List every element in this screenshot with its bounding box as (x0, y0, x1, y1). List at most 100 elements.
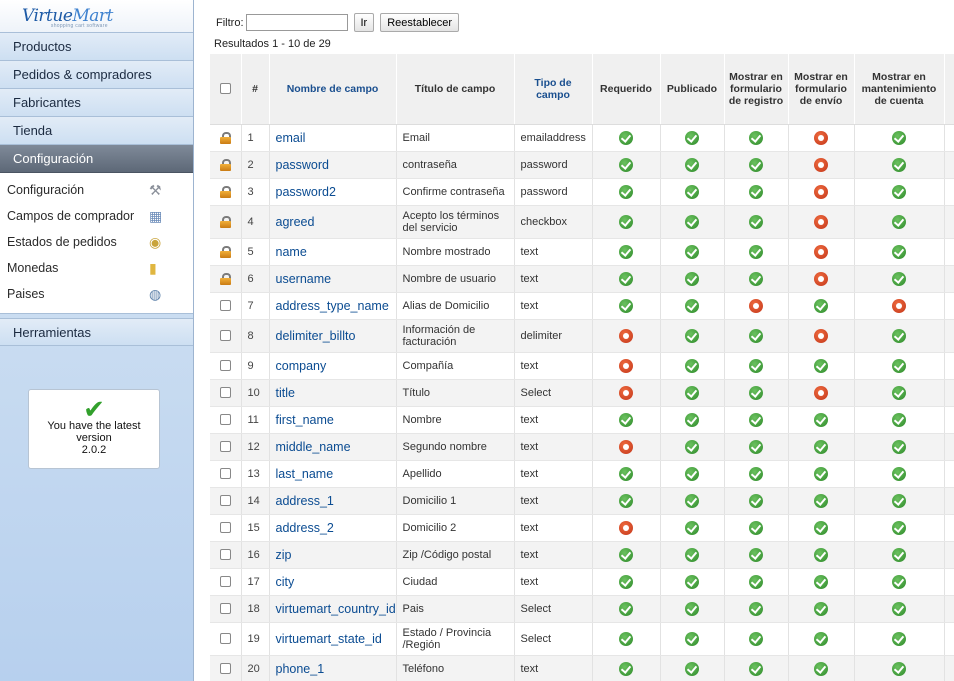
toggle-acc-cell[interactable] (854, 514, 945, 542)
check-icon[interactable] (619, 574, 633, 589)
toggle-acc-cell[interactable] (854, 568, 945, 596)
header-type[interactable]: Tipo de campo (514, 54, 593, 125)
toggle-req-cell[interactable] (592, 292, 661, 320)
row-checkbox[interactable] (219, 576, 231, 588)
toggle-pub-cell[interactable] (660, 379, 725, 407)
check-icon[interactable] (892, 631, 906, 646)
toggle-reg-cell[interactable] (724, 622, 789, 656)
toggle-req-cell[interactable] (592, 406, 661, 434)
row-select-cell[interactable] (210, 595, 242, 623)
field-name-link[interactable]: name (269, 238, 397, 266)
check-icon[interactable] (892, 385, 906, 400)
check-icon[interactable] (814, 439, 828, 454)
toggle-ship-cell[interactable] (788, 265, 855, 293)
submenu-item-paises[interactable]: Paises ◍ (0, 281, 193, 307)
row-select-cell[interactable] (210, 352, 242, 380)
check-icon[interactable] (749, 439, 763, 454)
toggle-acc-cell[interactable] (854, 205, 945, 239)
submenu-item-campos-de-comprador[interactable]: Campos de comprador ▦ (0, 203, 193, 229)
check-icon[interactable] (619, 547, 633, 562)
row-select-cell[interactable] (210, 178, 242, 206)
field-name-link[interactable]: company (269, 352, 397, 380)
row-select-cell[interactable] (210, 541, 242, 569)
toggle-req-cell[interactable] (592, 352, 661, 380)
row-checkbox[interactable] (219, 549, 231, 561)
toggle-req-cell[interactable] (592, 460, 661, 488)
check-icon[interactable] (685, 157, 699, 172)
check-icon[interactable] (892, 520, 906, 535)
select-all-header[interactable] (210, 54, 242, 125)
check-icon[interactable] (749, 466, 763, 481)
check-icon[interactable] (749, 601, 763, 616)
row-select-cell[interactable] (210, 655, 242, 681)
check-icon[interactable] (814, 661, 828, 676)
check-icon[interactable] (685, 439, 699, 454)
row-select-cell[interactable] (210, 433, 242, 461)
select-all-checkbox[interactable] (219, 83, 231, 95)
unpublished-icon[interactable] (814, 130, 828, 145)
check-icon[interactable] (685, 184, 699, 199)
toggle-pub-cell[interactable] (660, 178, 725, 206)
toggle-pub-cell[interactable] (660, 124, 725, 152)
row-checkbox[interactable] (219, 441, 231, 453)
toggle-reg-cell[interactable] (724, 514, 789, 542)
toggle-acc-cell[interactable] (854, 352, 945, 380)
toggle-reg-cell[interactable] (724, 151, 789, 179)
check-icon[interactable] (814, 574, 828, 589)
check-icon[interactable] (749, 130, 763, 145)
toggle-acc-cell[interactable] (854, 178, 945, 206)
submenu-item-monedas[interactable]: Monedas ▮ (0, 255, 193, 281)
toggle-pub-cell[interactable] (660, 460, 725, 488)
row-checkbox[interactable] (219, 360, 231, 372)
check-icon[interactable] (814, 466, 828, 481)
row-select-cell[interactable] (210, 265, 242, 293)
field-name-link[interactable]: last_name (269, 460, 397, 488)
unpublished-icon[interactable] (892, 298, 906, 313)
row-select-cell[interactable] (210, 292, 242, 320)
check-icon[interactable] (619, 130, 633, 145)
check-icon[interactable] (619, 298, 633, 313)
check-icon[interactable] (685, 130, 699, 145)
check-icon[interactable] (892, 547, 906, 562)
unpublished-icon[interactable] (619, 520, 633, 535)
check-icon[interactable] (814, 358, 828, 373)
toggle-ship-cell[interactable] (788, 514, 855, 542)
check-icon[interactable] (619, 157, 633, 172)
toggle-req-cell[interactable] (592, 178, 661, 206)
toggle-reg-cell[interactable] (724, 406, 789, 434)
check-icon[interactable] (749, 214, 763, 229)
toggle-req-cell[interactable] (592, 124, 661, 152)
toggle-pub-cell[interactable] (660, 622, 725, 656)
toggle-pub-cell[interactable] (660, 352, 725, 380)
field-name-link[interactable]: virtuemart_state_id (269, 622, 397, 656)
toggle-req-cell[interactable] (592, 487, 661, 515)
check-icon[interactable] (749, 157, 763, 172)
row-select-cell[interactable] (210, 319, 242, 353)
check-icon[interactable] (892, 439, 906, 454)
unpublished-icon[interactable] (619, 358, 633, 373)
check-icon[interactable] (685, 574, 699, 589)
toggle-acc-cell[interactable] (854, 265, 945, 293)
check-icon[interactable] (892, 493, 906, 508)
toggle-acc-cell[interactable] (854, 238, 945, 266)
check-icon[interactable] (685, 493, 699, 508)
toggle-reg-cell[interactable] (724, 238, 789, 266)
toggle-acc-cell[interactable] (854, 595, 945, 623)
toggle-req-cell[interactable] (592, 595, 661, 623)
submenu-item-estados-de-pedidos[interactable]: Estados de pedidos ◉ (0, 229, 193, 255)
toggle-req-cell[interactable] (592, 655, 661, 681)
check-icon[interactable] (814, 547, 828, 562)
toggle-reg-cell[interactable] (724, 595, 789, 623)
toggle-reg-cell[interactable] (724, 292, 789, 320)
check-icon[interactable] (619, 466, 633, 481)
toggle-reg-cell[interactable] (724, 541, 789, 569)
field-name-link[interactable]: delimiter_billto (269, 319, 397, 353)
check-icon[interactable] (685, 385, 699, 400)
reset-button[interactable]: Reestablecer (380, 13, 460, 32)
check-icon[interactable] (619, 214, 633, 229)
row-select-cell[interactable] (210, 460, 242, 488)
toggle-acc-cell[interactable] (854, 151, 945, 179)
toggle-pub-cell[interactable] (660, 541, 725, 569)
check-icon[interactable] (685, 214, 699, 229)
toggle-ship-cell[interactable] (788, 655, 855, 681)
